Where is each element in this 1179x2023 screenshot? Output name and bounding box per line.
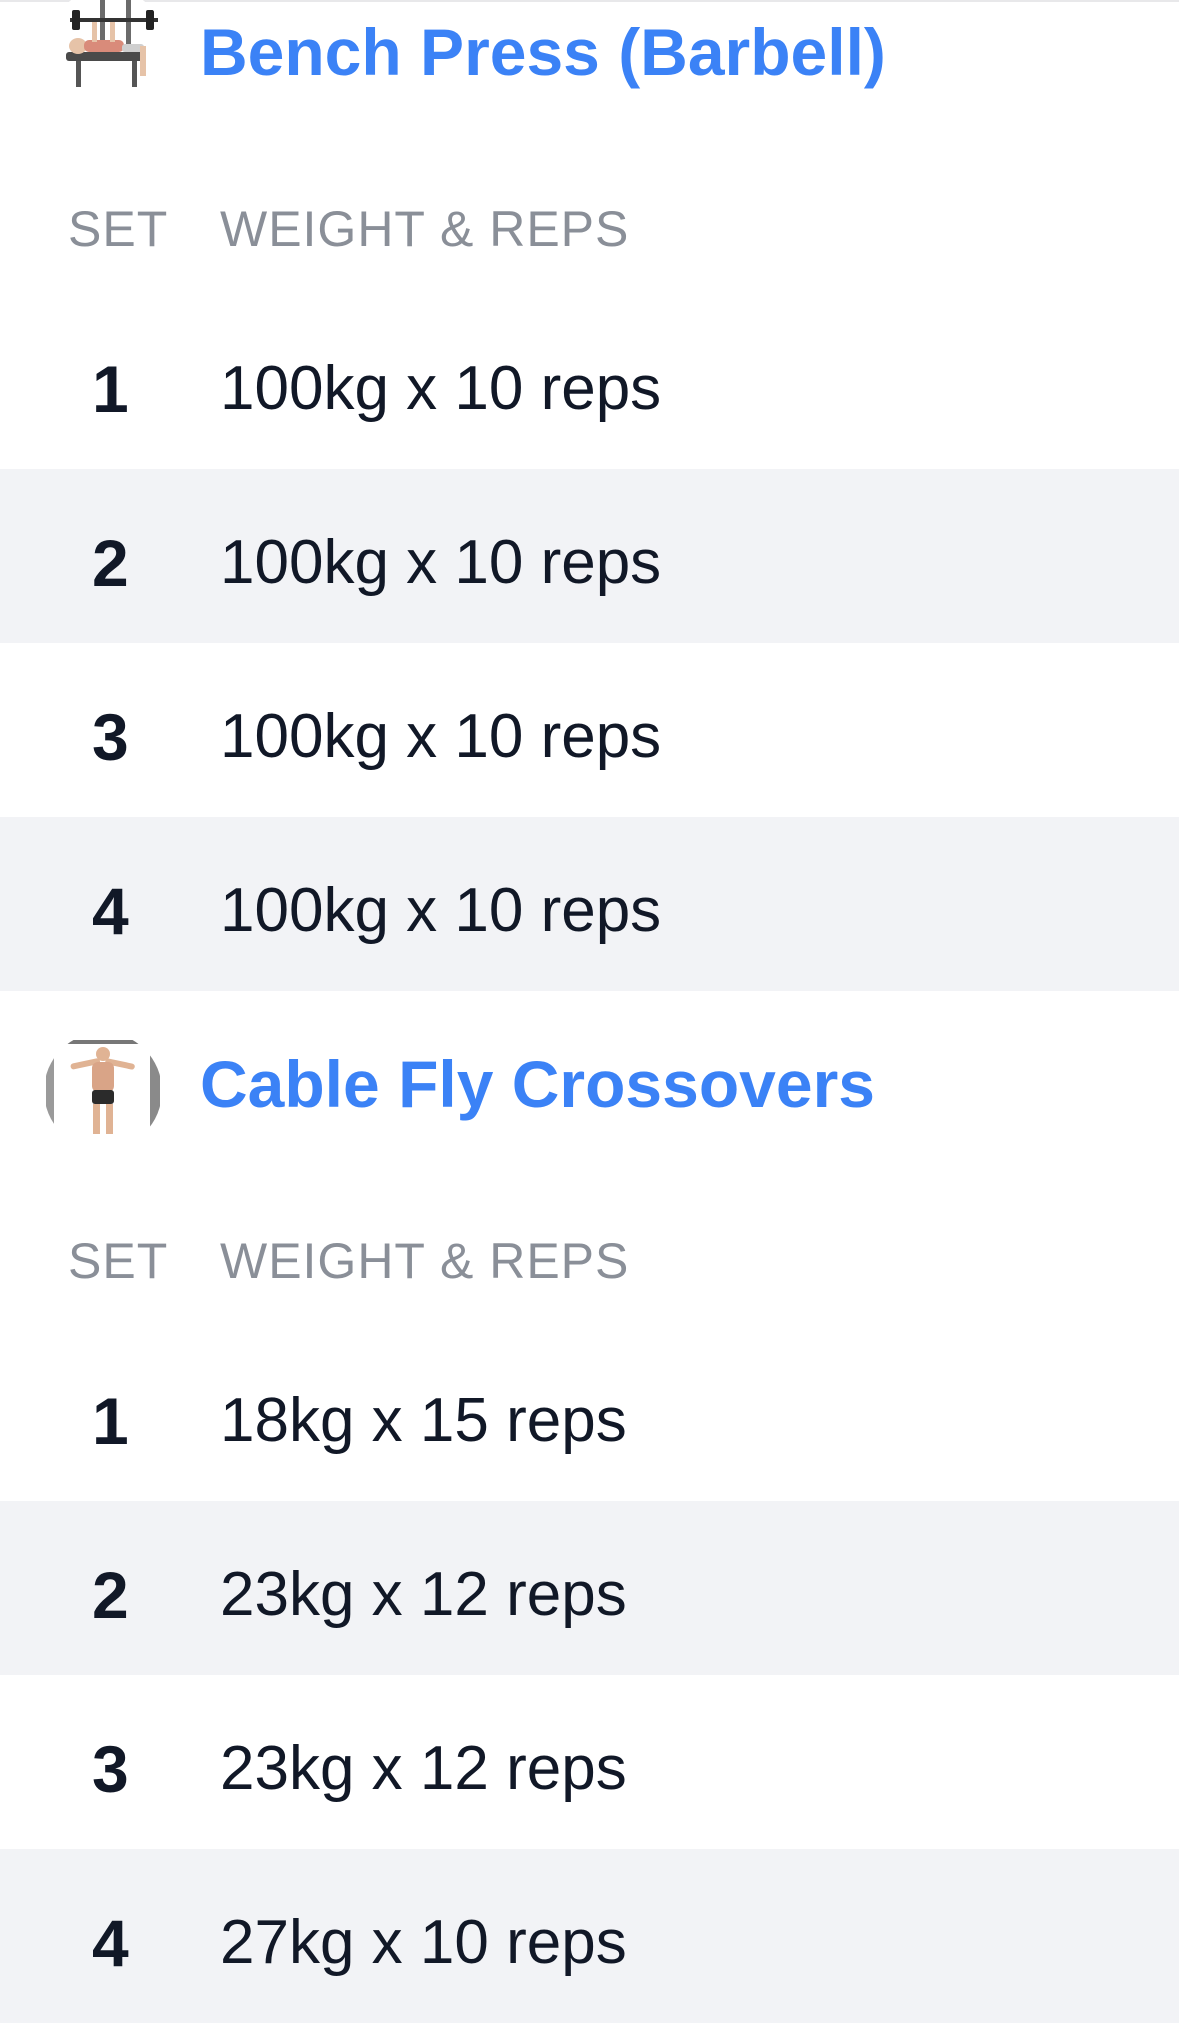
exercise-title[interactable]: Cable Fly Crossovers [200, 1046, 875, 1122]
set-number: 4 [92, 1906, 129, 1980]
column-header-row: SET WEIGHT & REPS [0, 200, 1179, 295]
weight-reps-value: 100kg x 10 reps [220, 702, 662, 771]
exercise-card-cable-fly: Cable Fly Crossovers SET WEIGHT & REPS 1… [0, 1032, 1179, 2023]
set-row: 2 23kg x 12 reps [0, 1501, 1179, 1675]
bench-press-icon [48, 0, 166, 106]
weight-reps-value: 100kg x 10 reps [220, 528, 662, 597]
set-number: 2 [92, 1558, 129, 1632]
set-number: 2 [92, 526, 129, 600]
exercise-header[interactable]: Bench Press (Barbell) [0, 0, 1179, 110]
set-number: 3 [92, 1732, 129, 1806]
weight-reps-column-header: WEIGHT & REPS [220, 201, 630, 257]
set-row: 1 100kg x 10 reps [0, 295, 1179, 469]
set-column-header: SET [68, 1233, 169, 1289]
set-row: 1 18kg x 15 reps [0, 1327, 1179, 1501]
weight-reps-value: 100kg x 10 reps [220, 876, 662, 945]
set-number: 4 [92, 874, 129, 948]
set-row: 3 23kg x 12 reps [0, 1675, 1179, 1849]
weight-reps-value: 100kg x 10 reps [220, 354, 662, 423]
cable-fly-icon [44, 1032, 162, 1150]
set-column-header: SET [68, 201, 169, 257]
exercise-card-bench-press: Bench Press (Barbell) SET WEIGHT & REPS … [0, 0, 1179, 991]
weight-reps-value: 23kg x 12 reps [220, 1560, 627, 1629]
set-row: 4 100kg x 10 reps [0, 817, 1179, 991]
weight-reps-value: 18kg x 15 reps [220, 1386, 627, 1455]
weight-reps-value: 27kg x 10 reps [220, 1908, 627, 1977]
set-number: 1 [92, 1384, 129, 1458]
exercise-title[interactable]: Bench Press (Barbell) [200, 14, 886, 90]
weight-reps-column-header: WEIGHT & REPS [220, 1233, 630, 1289]
set-row: 4 27kg x 10 reps [0, 1849, 1179, 2023]
column-header-row: SET WEIGHT & REPS [0, 1232, 1179, 1327]
set-number: 3 [92, 700, 129, 774]
set-row: 3 100kg x 10 reps [0, 643, 1179, 817]
set-row: 2 100kg x 10 reps [0, 469, 1179, 643]
exercise-header[interactable]: Cable Fly Crossovers [0, 1032, 1179, 1150]
weight-reps-value: 23kg x 12 reps [220, 1734, 627, 1803]
set-number: 1 [92, 352, 129, 426]
